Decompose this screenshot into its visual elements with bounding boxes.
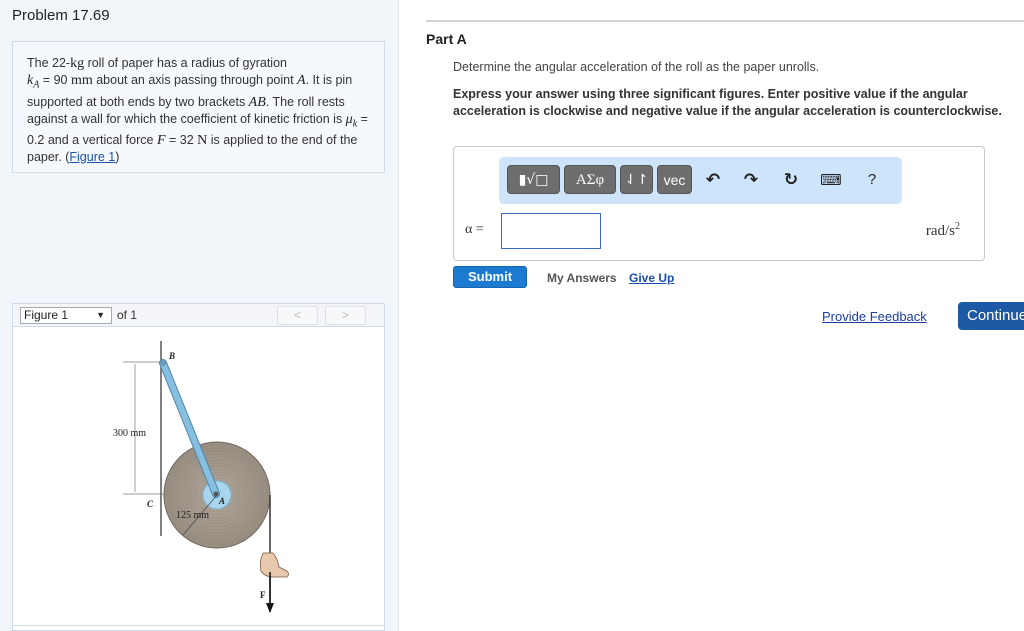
part-title: Part A <box>426 31 467 47</box>
unit-mm: mm <box>70 73 93 88</box>
help-icon[interactable]: ? <box>860 167 884 193</box>
continue-button[interactable]: Continue <box>958 302 1024 330</box>
figure-select-value: Figure 1 <box>24 308 69 322</box>
templates-button[interactable]: ▮√□ <box>507 165 560 194</box>
text: ) <box>115 150 120 164</box>
question-text: Determine the angular acceleration of th… <box>453 60 820 74</box>
figure-select[interactable]: Figure 1 ▼ <box>20 307 112 324</box>
symbol-mu: μ <box>345 111 353 127</box>
figure-diagram: 300 mm 125 mm B C A F <box>113 341 289 613</box>
arrows-button[interactable]: ⇃↾ <box>620 165 653 194</box>
my-answers-link[interactable]: My Answers <box>547 271 617 285</box>
text: roll of paper has a radius of gyration <box>84 56 287 70</box>
radius-dim-label: 125 mm <box>176 510 209 521</box>
redo-icon[interactable]: ↷ <box>739 167 763 193</box>
dropdown-caret-icon: ▼ <box>96 310 105 320</box>
symbol-AB: AB <box>248 94 266 110</box>
vector-button[interactable]: vec <box>657 165 692 194</box>
text: = 90 <box>39 73 71 87</box>
part-divider <box>426 20 1024 22</box>
figure-bottom-border <box>13 625 384 626</box>
answer-box: ▮√□ ΑΣφ ⇃↾ vec ↶ ↷ ↻ ⌨ ? α = rad/s2 <box>453 146 985 261</box>
instruction-text: Express your answer using three signific… <box>453 87 1002 118</box>
symbol-F: F <box>156 133 166 148</box>
pin-B <box>160 360 166 366</box>
provide-feedback-link[interactable]: Provide Feedback <box>822 309 927 324</box>
problem-title: Problem 17.69 <box>12 7 110 24</box>
text: The 22- <box>27 56 71 70</box>
symbol-A: A <box>297 73 306 88</box>
prev-figure-button[interactable]: < <box>277 306 318 325</box>
figure-nav-bar: Figure 1 ▼ of 1 < > <box>12 303 385 327</box>
figure-count: of 1 <box>117 308 138 322</box>
undo-icon[interactable]: ↶ <box>701 167 725 193</box>
answer-pane: Part A Determine the angular acceleratio… <box>400 0 1024 631</box>
reset-icon[interactable]: ↻ <box>779 167 803 193</box>
math-toolbar: ▮√□ ΑΣφ ⇃↾ vec ↶ ↷ ↻ ⌨ ? <box>499 157 902 204</box>
label-A: A <box>218 496 225 506</box>
text: about an axis passing through point <box>92 73 298 87</box>
problem-statement: The 22-kg roll of paper has a radius of … <box>12 41 385 173</box>
give-up-link[interactable]: Give Up <box>629 271 674 285</box>
figure-area: 300 mm 125 mm B C A F <box>12 327 385 631</box>
text: = 32 <box>165 133 198 147</box>
unit-kg: kg <box>70 56 85 71</box>
figure-link[interactable]: Figure 1 <box>69 150 115 164</box>
next-figure-button[interactable]: > <box>325 306 366 325</box>
greek-symbols-button[interactable]: ΑΣφ <box>564 165 616 194</box>
problem-pane: Problem 17.69 The 22-kg roll of paper ha… <box>0 0 399 631</box>
keyboard-icon[interactable]: ⌨ <box>819 167 843 193</box>
unit-N: N <box>197 133 208 148</box>
answer-label: α = <box>465 222 484 237</box>
answer-input[interactable] <box>501 213 601 249</box>
label-C: C <box>147 499 154 509</box>
answer-units: rad/s2 <box>926 221 960 240</box>
label-B: B <box>168 351 175 361</box>
hand-illustration <box>259 552 289 578</box>
units-text: rad/s <box>925 223 955 239</box>
units-exponent: 2 <box>955 221 960 232</box>
label-F: F <box>260 590 266 600</box>
submit-button[interactable]: Submit <box>453 266 527 288</box>
force-arrow-head <box>266 603 274 613</box>
height-dim-label: 300 mm <box>113 428 146 439</box>
